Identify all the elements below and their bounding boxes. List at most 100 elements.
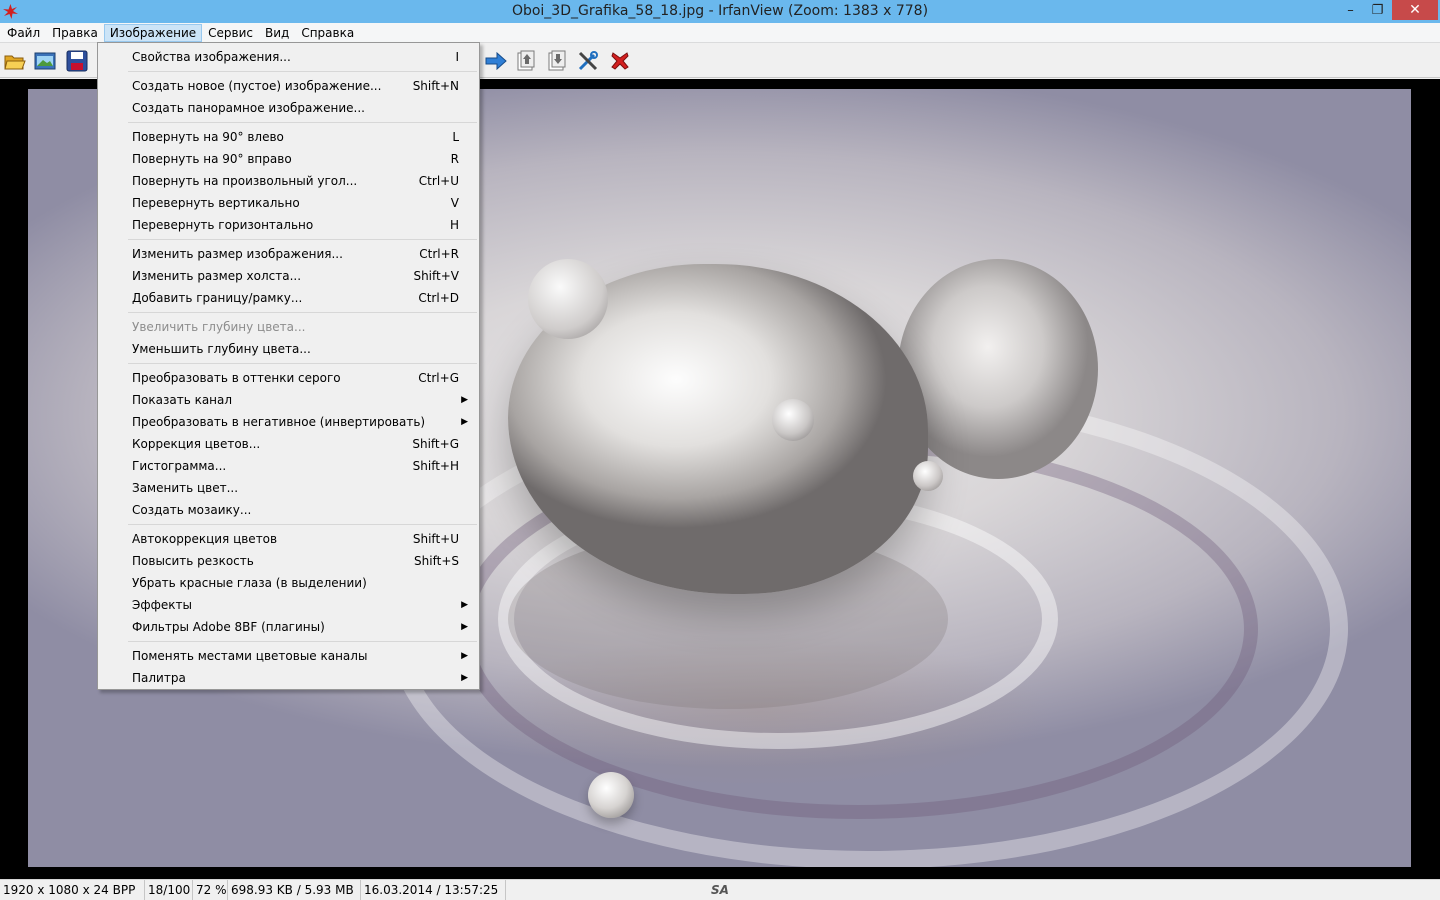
menu-item-shortcut: Shift+G (412, 437, 459, 451)
save-icon (66, 50, 88, 72)
open-folder-icon (4, 55, 26, 70)
save-button[interactable] (65, 49, 89, 73)
menu-item-label: Поменять местами цветовые каналы (132, 649, 368, 663)
menu-item-label: Повысить резкость (132, 554, 254, 568)
move-down-button[interactable] (545, 49, 569, 73)
menu-item-shortcut: Ctrl+U (418, 174, 459, 188)
settings-button[interactable] (576, 49, 600, 73)
menu-swap-channels[interactable]: Поменять местами цветовые каналы ▶ (98, 645, 479, 667)
menu-item-label: Палитра (132, 671, 186, 685)
menu-rotate-right[interactable]: Повернуть на 90° вправо R (98, 148, 479, 170)
menu-effects[interactable]: Эффекты ▶ (98, 594, 479, 616)
menu-decrease-color-depth[interactable]: Уменьшить глубину цвета... (98, 338, 479, 360)
menu-item-label: Повернуть на произвольный угол... (132, 174, 358, 188)
status-bar: 1920 x 1080 x 24 BPP 18/100 72 % 698.93 … (0, 879, 1440, 900)
exit-button[interactable] (608, 49, 632, 73)
menu-item-label: Гистограмма... (132, 459, 227, 473)
submenu-arrow-icon: ▶ (461, 600, 468, 610)
menu-item-label: Перевернуть вертикально (132, 196, 300, 210)
menu-item-label: Преобразовать в негативное (инвертироват… (132, 415, 426, 429)
menu-item-label: Изменить размер изображения... (132, 247, 343, 261)
submenu-arrow-icon: ▶ (461, 651, 468, 661)
status-logo: SA (711, 883, 729, 897)
menu-item-label: Уменьшить глубину цвета... (132, 342, 311, 356)
submenu-arrow-icon: ▶ (461, 417, 468, 427)
menu-image[interactable]: Изображение (103, 23, 203, 42)
status-datetime: 16.03.2014 / 13:57:25 (361, 880, 506, 900)
menu-separator (128, 312, 477, 313)
menu-item-shortcut: Ctrl+R (419, 247, 459, 261)
menu-file[interactable]: Файл (1, 24, 46, 42)
menu-item-shortcut: Ctrl+D (418, 291, 459, 305)
next-image-button[interactable] (484, 49, 508, 73)
menu-auto-color[interactable]: Автокоррекция цветов Shift+U (98, 528, 479, 550)
window-title: Oboi_3D_Grafika_58_18.jpg - IrfanView (Z… (511, 3, 929, 19)
close-button[interactable]: ✕ (1392, 0, 1438, 20)
menu-image-properties[interactable]: Свойства изображения... I (98, 46, 479, 68)
menu-show-channel[interactable]: Показать канал ▶ (98, 389, 479, 411)
minimize-button[interactable]: – (1337, 0, 1364, 21)
next-arrow-icon (485, 52, 507, 70)
menu-service[interactable]: Сервис (202, 24, 259, 42)
status-filesize: 698.93 KB / 5.93 MB (228, 880, 361, 900)
menu-item-shortcut: V (450, 196, 459, 210)
menu-grayscale[interactable]: Преобразовать в оттенки серого Ctrl+G (98, 367, 479, 389)
menu-item-label: Преобразовать в оттенки серого (132, 371, 341, 385)
move-down-icon (548, 50, 566, 71)
exit-icon (611, 52, 629, 70)
menu-item-label: Показать канал (132, 393, 233, 407)
menu-item-shortcut: Shift+U (412, 532, 459, 546)
title-bar: Oboi_3D_Grafika_58_18.jpg - IrfanView (Z… (0, 0, 1440, 23)
menu-item-label: Изменить размер холста... (132, 269, 302, 283)
menu-adobe-filters[interactable]: Фильтры Adobe 8BF (плагины) ▶ (98, 616, 479, 638)
menu-separator (128, 239, 477, 240)
menu-item-shortcut: I (455, 50, 459, 64)
move-up-icon (517, 50, 535, 71)
menu-item-label: Свойства изображения... (132, 50, 291, 64)
menu-red-eye[interactable]: Убрать красные глаза (в выделении) (98, 572, 479, 594)
menu-item-shortcut: Ctrl+G (418, 371, 459, 385)
menu-rotate-left[interactable]: Повернуть на 90° влево L (98, 126, 479, 148)
menu-bar: Файл Правка Изображение Сервис Вид Справ… (0, 23, 1440, 43)
menu-item-label: Создать новое (пустое) изображение... (132, 79, 382, 93)
menu-edit[interactable]: Правка (46, 24, 104, 42)
menu-item-shortcut: L (452, 130, 459, 144)
menu-item-label: Перевернуть горизонтально (132, 218, 314, 232)
menu-add-border[interactable]: Добавить границу/рамку... Ctrl+D (98, 287, 479, 309)
menu-rotate-custom[interactable]: Повернуть на произвольный угол... Ctrl+U (98, 170, 479, 192)
menu-color-correction[interactable]: Коррекция цветов... Shift+G (98, 433, 479, 455)
image-menu-dropdown: Свойства изображения... I Создать новое (… (97, 42, 480, 690)
menu-replace-color[interactable]: Заменить цвет... (98, 477, 479, 499)
menu-create-mosaic[interactable]: Создать мозаику... (98, 499, 479, 521)
menu-negative[interactable]: Преобразовать в негативное (инвертироват… (98, 411, 479, 433)
menu-item-label: Создать панорамное изображение... (132, 101, 365, 115)
submenu-arrow-icon: ▶ (461, 395, 468, 405)
thumbnails-button[interactable] (33, 49, 57, 73)
menu-create-panorama[interactable]: Создать панорамное изображение... (98, 97, 479, 119)
menu-histogram[interactable]: Гистограмма... Shift+H (98, 455, 479, 477)
menu-view[interactable]: Вид (259, 24, 295, 42)
move-up-button[interactable] (514, 49, 538, 73)
maximize-button[interactable]: ❐ (1364, 0, 1391, 21)
menu-separator (128, 641, 477, 642)
status-index: 18/100 (145, 880, 193, 900)
menu-item-label: Заменить цвет... (132, 481, 239, 495)
menu-create-new-image[interactable]: Создать новое (пустое) изображение... Shi… (98, 75, 479, 97)
thumbnails-icon (34, 52, 56, 70)
settings-tools-icon (578, 51, 598, 71)
menu-help[interactable]: Справка (295, 24, 360, 42)
menu-resize-canvas[interactable]: Изменить размер холста... Shift+V (98, 265, 479, 287)
menu-item-shortcut: Shift+N (412, 79, 459, 93)
menu-resize-image[interactable]: Изменить размер изображения... Ctrl+R (98, 243, 479, 265)
menu-palette[interactable]: Палитра ▶ (98, 667, 479, 689)
menu-item-label: Повернуть на 90° влево (132, 130, 284, 144)
menu-sharpen[interactable]: Повысить резкость Shift+S (98, 550, 479, 572)
submenu-arrow-icon: ▶ (461, 673, 468, 683)
menu-item-label: Фильтры Adobe 8BF (плагины) (132, 620, 325, 634)
menu-item-label: Эффекты (132, 598, 192, 612)
menu-item-shortcut: Shift+S (414, 554, 459, 568)
open-folder-button[interactable] (3, 49, 27, 73)
menu-flip-horizontal[interactable]: Перевернуть горизонтально H (98, 214, 479, 236)
menu-flip-vertical[interactable]: Перевернуть вертикально V (98, 192, 479, 214)
menu-separator (128, 71, 477, 72)
